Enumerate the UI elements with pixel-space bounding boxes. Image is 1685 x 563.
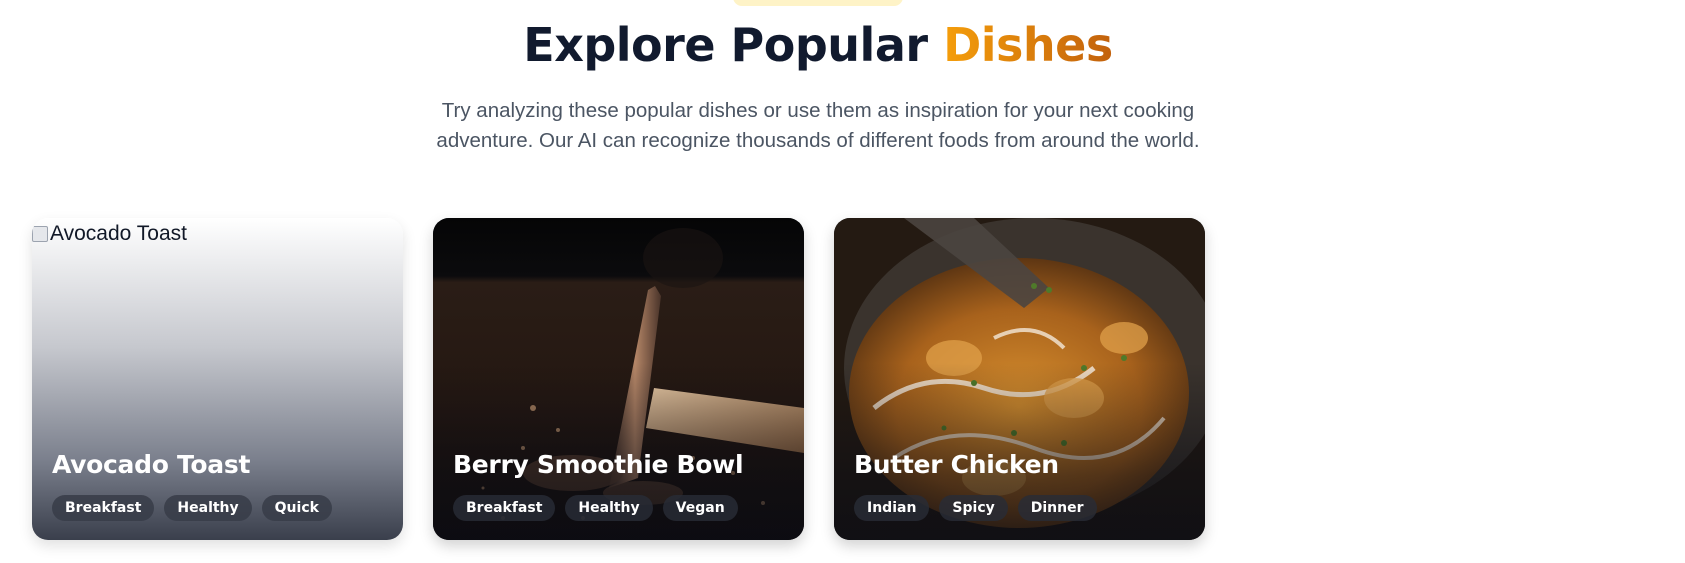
image-alt-text: Avocado Toast [50,222,187,245]
dish-tags: Breakfast Healthy Quick [52,495,332,521]
heading-accent: Dishes [943,18,1113,72]
dish-card-butter-chicken[interactable]: Butter Chicken Indian Spicy Dinner [834,218,1205,540]
dish-card-title: Avocado Toast [52,450,251,479]
dish-tag: Breakfast [52,495,155,521]
dish-tags: Indian Spicy Dinner [854,495,1097,521]
dish-tag: Healthy [565,495,653,521]
dish-card-title: Butter Chicken [854,450,1059,479]
section-subtitle: Try analyzing these popular dishes or us… [436,99,1200,152]
dish-tag: Healthy [164,495,252,521]
dish-tag: Vegan [662,495,738,521]
broken-image-icon [32,226,48,242]
section-heading: Explore Popular Dishes [0,18,1636,72]
dish-tag: Indian [854,495,930,521]
dish-card-title: Berry Smoothie Bowl [453,450,744,479]
heading-main: Explore Popular [523,18,928,72]
dish-card-avocado-toast[interactable]: Avocado Toast Avocado Toast Breakfast He… [32,218,403,540]
broken-image-placeholder: Avocado Toast [32,222,187,246]
dish-tags: Breakfast Healthy Vegan [453,495,738,521]
section-badge [733,0,903,6]
dish-tag: Breakfast [453,495,556,521]
dish-card-berry-smoothie-bowl[interactable]: Berry Smoothie Bowl Breakfast Healthy Ve… [433,218,804,540]
dish-tag: Quick [261,495,332,521]
dish-tag: Dinner [1017,495,1097,521]
dish-tag: Spicy [939,495,1008,521]
